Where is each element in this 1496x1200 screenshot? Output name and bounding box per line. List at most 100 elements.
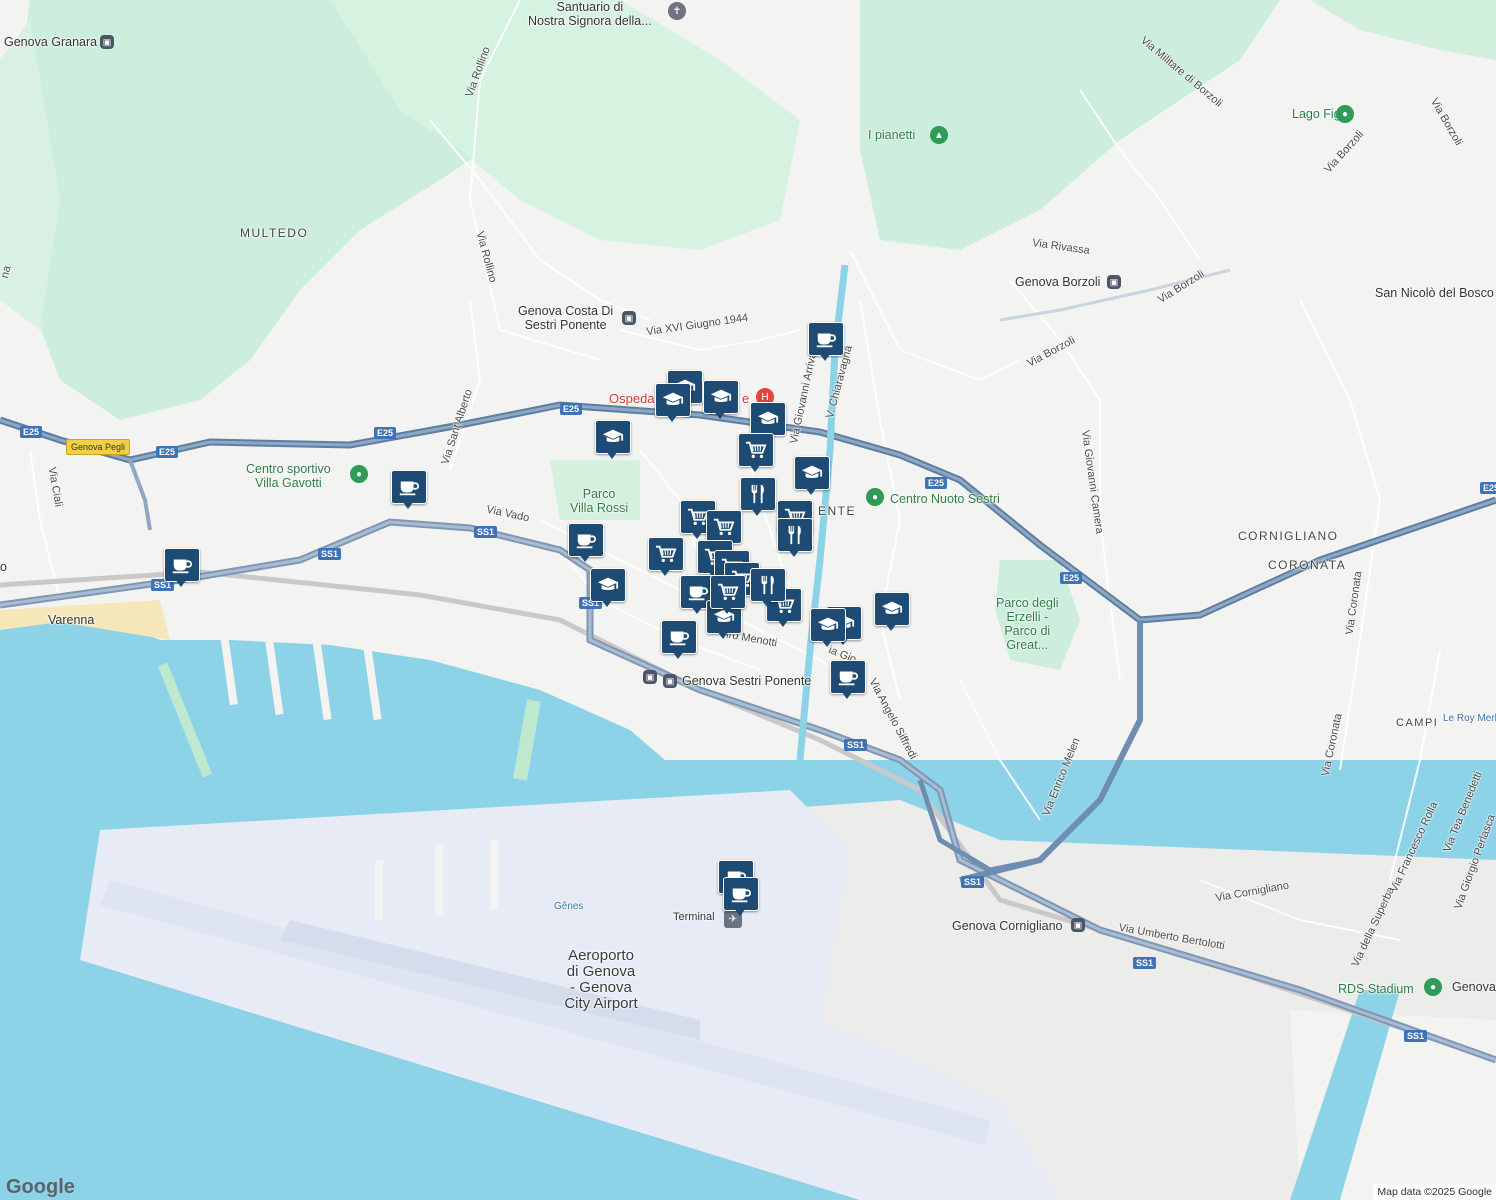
marker-tip <box>691 531 703 539</box>
cafe-marker[interactable] <box>164 548 200 588</box>
poi-label-ospedale[interactable]: Ospeda <box>609 392 655 406</box>
train-station-icon[interactable]: ▣ <box>1071 918 1085 932</box>
marker-tip <box>749 464 761 472</box>
grocery-icon <box>648 537 684 571</box>
education-marker[interactable] <box>810 608 846 648</box>
education-icon <box>590 568 626 602</box>
e25-road-shield: E25 <box>1060 572 1083 584</box>
train-station-icon[interactable]: ▣ <box>622 311 636 325</box>
google-logo: Google <box>6 1176 75 1198</box>
poi-label-centro-sportivo[interactable]: Centro sportivo Villa Gavotti <box>246 462 331 490</box>
poi-label-ospedale-tail: e <box>742 391 750 406</box>
education-icon <box>794 456 830 490</box>
cafe-icon <box>808 322 844 356</box>
road <box>128 459 152 531</box>
marker-tip <box>579 554 591 562</box>
pool-icon[interactable]: ● <box>866 488 884 506</box>
restaurant-marker[interactable] <box>777 518 813 558</box>
train-station-icon[interactable]: ▣ <box>100 35 114 49</box>
education-marker[interactable] <box>595 420 631 460</box>
poi-label-rds-stadium[interactable]: RDS Stadium <box>1338 982 1414 996</box>
grocery-icon <box>710 575 746 609</box>
e25-road-shield: E25 <box>560 403 583 415</box>
poi-label-le-roy-merlin[interactable]: Le Roy Merl <box>1443 712 1496 726</box>
marker-tip <box>777 619 789 627</box>
education-marker[interactable] <box>703 380 739 420</box>
church-icon[interactable]: ✝ <box>668 2 686 20</box>
marker-tip <box>819 353 831 361</box>
poi-label-parco-erzelli[interactable]: Parco degli Erzelli - Parco di Great... <box>996 596 1059 652</box>
poi-label-terminal[interactable]: Terminal <box>673 910 715 924</box>
cafe-icon <box>830 660 866 694</box>
grocery-marker[interactable] <box>738 433 774 473</box>
marker-tip <box>666 414 678 422</box>
water-label-genes: Gênes <box>554 901 584 912</box>
ss1-road-shield: SS1 <box>318 548 342 560</box>
education-marker[interactable] <box>590 568 626 608</box>
map-canvas[interactable]: MULTEDO CORNIGLIANO CORONATA CAMPI ENTE … <box>0 0 1496 1200</box>
marker-tip <box>691 606 703 614</box>
education-icon <box>750 402 786 436</box>
grocery-marker[interactable] <box>710 575 746 615</box>
tree-icon[interactable]: ▲ <box>930 126 948 144</box>
poi-label-parco-villa-rossi[interactable]: Parco Villa Rossi <box>570 487 628 515</box>
marker-tip <box>672 651 684 659</box>
map-attribution[interactable]: Map data ©2025 Google <box>1373 1184 1496 1200</box>
stadium-icon[interactable]: ● <box>1424 978 1442 996</box>
restaurant-marker[interactable] <box>740 477 776 517</box>
station-label-genova-granara[interactable]: Genova Granara <box>4 35 97 49</box>
cafe-marker[interactable] <box>391 470 427 510</box>
train-station-icon[interactable]: ▣ <box>663 674 677 688</box>
station-label-genova-borzoli[interactable]: Genova Borzoli <box>1015 275 1100 289</box>
area-label-multedo: MULTEDO <box>240 226 309 240</box>
grocery-icon <box>706 510 742 544</box>
ss1-road-shield: SS1 <box>1404 1030 1428 1042</box>
poi-label-centro-nuoto[interactable]: Centro Nuoto Sestri <box>890 492 1000 506</box>
cafe-marker[interactable] <box>568 523 604 563</box>
marker-tip <box>402 501 414 509</box>
cafe-marker[interactable] <box>661 620 697 660</box>
cafe-marker[interactable] <box>830 660 866 700</box>
train-station-icon[interactable]: ▣ <box>1107 275 1121 289</box>
poi-label-airport[interactable]: Aeroporto di Genova - Genova City Airpor… <box>546 948 656 1012</box>
marker-tip <box>751 508 763 516</box>
train-station-icon[interactable]: ▣ <box>643 670 657 684</box>
marker-tip <box>821 639 833 647</box>
marker-tip <box>734 908 746 916</box>
park-icon[interactable]: ● <box>1336 105 1354 123</box>
ss1-road-shield: SS1 <box>844 739 868 751</box>
marker-tip <box>601 599 613 607</box>
restaurant-icon <box>777 518 813 552</box>
cafe-marker[interactable] <box>808 322 844 362</box>
station-label-genova-costa[interactable]: Genova Costa Di Sestri Ponente <box>518 304 613 332</box>
poi-label-i-pianetti[interactable]: I pianetti <box>868 128 915 142</box>
station-label-genova-pegli[interactable]: Genova Pegli <box>66 439 131 455</box>
education-marker[interactable] <box>794 456 830 496</box>
marker-tip <box>714 411 726 419</box>
station-label-genova-cornigliano[interactable]: Genova Cornigliano <box>952 919 1063 933</box>
cafe-marker[interactable] <box>723 877 759 917</box>
area-label-ponente: ENTE <box>818 504 857 518</box>
marker-tip <box>761 599 773 607</box>
poi-label-santuario[interactable]: Santuario di Nostra Signora della... <box>528 0 652 28</box>
cafe-icon <box>164 548 200 582</box>
e25-road-shield: E25 <box>156 446 179 458</box>
grocery-marker[interactable] <box>648 537 684 577</box>
education-marker[interactable] <box>655 383 691 423</box>
restaurant-icon <box>750 568 786 602</box>
area-label-genova: Genova <box>1452 980 1496 994</box>
marker-tip <box>721 606 733 614</box>
marker-tip <box>659 568 671 576</box>
e25-road-shield: E25 <box>925 477 948 489</box>
marker-tip <box>175 579 187 587</box>
education-marker[interactable] <box>874 592 910 632</box>
area-label-coronata: CORONATA <box>1268 558 1347 572</box>
e25-road-shield: E25 <box>1480 482 1496 494</box>
park-area <box>860 0 1280 250</box>
marker-tip <box>788 549 800 557</box>
marker-tip <box>885 623 897 631</box>
restaurant-marker[interactable] <box>750 568 786 608</box>
cafe-icon <box>661 620 697 654</box>
sports-icon[interactable]: ● <box>350 465 368 483</box>
station-label-genova-sestri-ponente[interactable]: Genova Sestri Ponente <box>682 674 811 688</box>
